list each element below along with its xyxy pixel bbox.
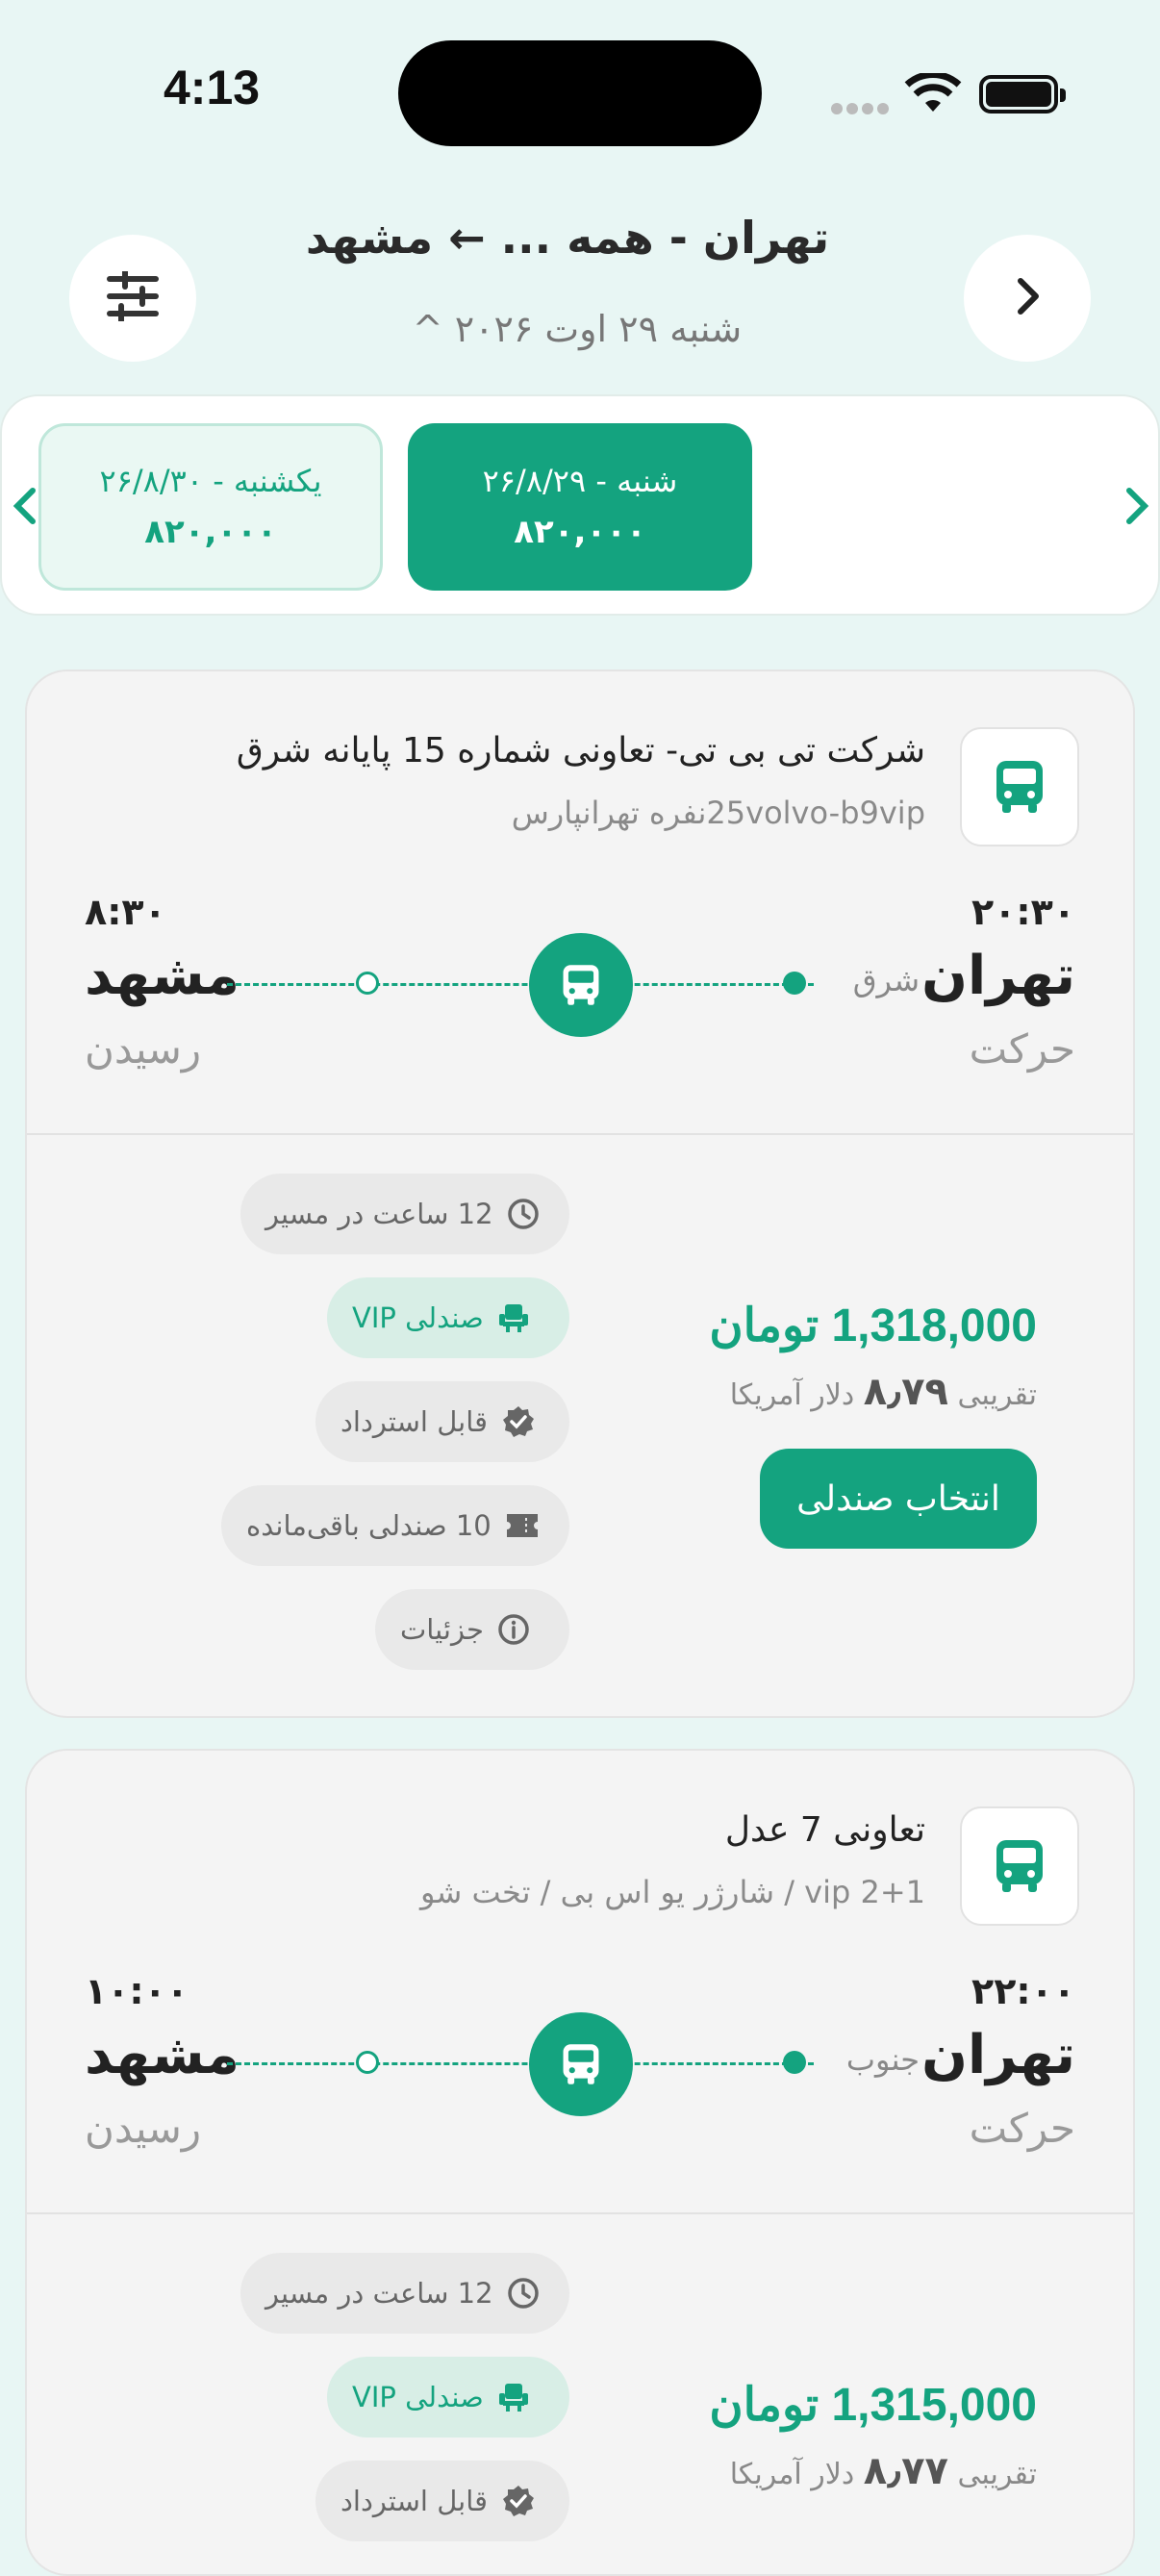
wifi-icon bbox=[904, 71, 962, 117]
approx-suffix: دلار آمریکا bbox=[729, 2458, 855, 2491]
select-seat-button[interactable]: انتخاب صندلی bbox=[760, 1449, 1037, 1549]
date-chip-price: ۸۲۰,۰۰۰ bbox=[144, 513, 277, 551]
duration-chip: 12 ساعت در مسیر bbox=[240, 2253, 569, 2334]
filter-icon bbox=[106, 268, 160, 325]
arrival-time: ۱۰:۰۰ bbox=[85, 1970, 189, 2012]
date-chip-date: شنبه - ۲۶/۸/۲۹ bbox=[482, 463, 678, 499]
trip-card[interactable]: شرکت تی بی تی- تعاونی شماره 15 پایانه شر… bbox=[25, 669, 1135, 1718]
destination-dot bbox=[356, 2051, 379, 2074]
seat-type-text: صندلی VIP bbox=[352, 2381, 484, 2413]
clock-icon bbox=[507, 1198, 540, 1230]
seat-type-chip: صندلی VIP bbox=[327, 2357, 569, 2437]
ticket-icon bbox=[505, 1512, 540, 1539]
bus-type: 25volvo-b9vipنفره تهرانپارس bbox=[511, 795, 925, 831]
seat-type-text: صندلی VIP bbox=[352, 1301, 484, 1334]
card-divider bbox=[27, 1133, 1133, 1135]
date-selector[interactable]: شنبه ۲۹ اوت ۲۰۲۶ ^ bbox=[289, 308, 866, 350]
departure-time: ۲۰:۳۰ bbox=[971, 891, 1075, 933]
strip-right-chevron-icon[interactable] bbox=[1123, 485, 1150, 531]
refund-chip: قابل استرداد bbox=[315, 1381, 569, 1462]
date-strip: یکشنبه - ۲۶/۸/۳۰ ۸۲۰,۰۰۰ شنبه - ۲۶/۸/۲۹ … bbox=[0, 394, 1160, 616]
approx-price: تقریبی ۸٫۷۷ دلار آمریکا bbox=[730, 2449, 1037, 2493]
departure-label: حرکت bbox=[969, 2105, 1075, 2152]
verified-icon bbox=[501, 2484, 536, 2518]
approx-value: ۸٫۷۷ bbox=[863, 2449, 948, 2493]
approx-prefix: تقریبی bbox=[957, 1378, 1038, 1412]
trip-card[interactable]: تعاونی 7 عدل vip 2+1 / شارژر یو اس بی / … bbox=[25, 1749, 1135, 2576]
card-divider bbox=[27, 2212, 1133, 2214]
refund-text: قابل استرداد bbox=[340, 2485, 488, 2517]
arrival-label: رسیدن bbox=[85, 2105, 202, 2152]
route-line bbox=[227, 983, 814, 986]
bus-icon bbox=[960, 727, 1079, 846]
remaining-seats-chip: 10 صندلی باقی‌مانده bbox=[221, 1485, 569, 1566]
approx-suffix: دلار آمریکا bbox=[729, 1378, 855, 1412]
date-chip-selected[interactable]: شنبه - ۲۶/۸/۲۹ ۸۲۰,۰۰۰ bbox=[408, 423, 752, 591]
seat-icon bbox=[497, 1302, 530, 1333]
approx-prefix: تقریبی bbox=[957, 2458, 1038, 2491]
origin-terminal: شرق bbox=[852, 962, 920, 998]
back-arrow-icon bbox=[1013, 277, 1042, 319]
status-time: 4:13 bbox=[164, 61, 261, 114]
duration-text: 12 ساعت در مسیر bbox=[265, 2277, 493, 2310]
destination-city: مشهد bbox=[85, 2024, 240, 2086]
route-line bbox=[227, 2062, 814, 2065]
bus-icon bbox=[960, 1806, 1079, 1926]
origin-city: تهران bbox=[921, 2024, 1075, 2086]
bus-icon bbox=[529, 933, 633, 1037]
signal-icon bbox=[831, 100, 893, 118]
details-chip[interactable]: جزئیات bbox=[375, 1589, 569, 1670]
origin-terminal: جنوب bbox=[845, 2041, 920, 2078]
bus-type: vip 2+1 / شارژر یو اس بی / تخت شو bbox=[420, 1874, 925, 1910]
destination-city: مشهد bbox=[85, 945, 240, 1007]
approx-price: تقریبی ۸٫۷۹ دلار آمریکا bbox=[730, 1370, 1037, 1414]
date-chip-next[interactable]: یکشنبه - ۲۶/۸/۳۰ ۸۲۰,۰۰۰ bbox=[38, 423, 383, 591]
date-chip-price: ۸۲۰,۰۰۰ bbox=[514, 513, 646, 551]
clock-icon bbox=[507, 2277, 540, 2310]
departure-label: حرکت bbox=[969, 1025, 1075, 1073]
origin-city: تهران bbox=[921, 945, 1075, 1007]
verified-icon bbox=[501, 1404, 536, 1439]
company-name: شرکت تی بی تی- تعاونی شماره 15 پایانه شر… bbox=[236, 731, 925, 770]
seat-icon bbox=[497, 2382, 530, 2412]
filter-button[interactable] bbox=[69, 235, 196, 362]
company-name: تعاونی 7 عدل bbox=[724, 1810, 925, 1850]
details-text: جزئیات bbox=[400, 1613, 484, 1646]
approx-value: ۸٫۷۹ bbox=[863, 1370, 948, 1414]
strip-left-chevron-icon[interactable] bbox=[12, 485, 38, 531]
back-button[interactable] bbox=[964, 235, 1091, 362]
duration-chip: 12 ساعت در مسیر bbox=[240, 1174, 569, 1254]
refund-chip: قابل استرداد bbox=[315, 2461, 569, 2541]
arrival-label: رسیدن bbox=[85, 1025, 202, 1073]
remaining-text: 10 صندلی باقی‌مانده bbox=[246, 1509, 492, 1542]
seat-type-chip: صندلی VIP bbox=[327, 1277, 569, 1358]
trip-price: 1,315,000 تومان bbox=[709, 2380, 1037, 2431]
refund-text: قابل استرداد bbox=[340, 1405, 488, 1438]
trip-price: 1,318,000 تومان bbox=[709, 1301, 1037, 1351]
origin-dot bbox=[783, 2051, 806, 2074]
date-chip-date: یکشنبه - ۲۶/۸/۳۰ bbox=[99, 463, 322, 499]
destination-dot bbox=[356, 972, 379, 995]
dynamic-island bbox=[398, 40, 762, 146]
route-title: تهران - همه ... ← مشهد bbox=[305, 212, 830, 264]
battery-icon bbox=[979, 75, 1066, 114]
origin-dot bbox=[783, 972, 806, 995]
duration-text: 12 ساعت در مسیر bbox=[265, 1198, 493, 1230]
arrival-time: ۸:۳۰ bbox=[85, 891, 166, 933]
bus-icon bbox=[529, 2012, 633, 2116]
info-icon bbox=[497, 1613, 530, 1646]
departure-time: ۲۲:۰۰ bbox=[971, 1970, 1075, 2012]
